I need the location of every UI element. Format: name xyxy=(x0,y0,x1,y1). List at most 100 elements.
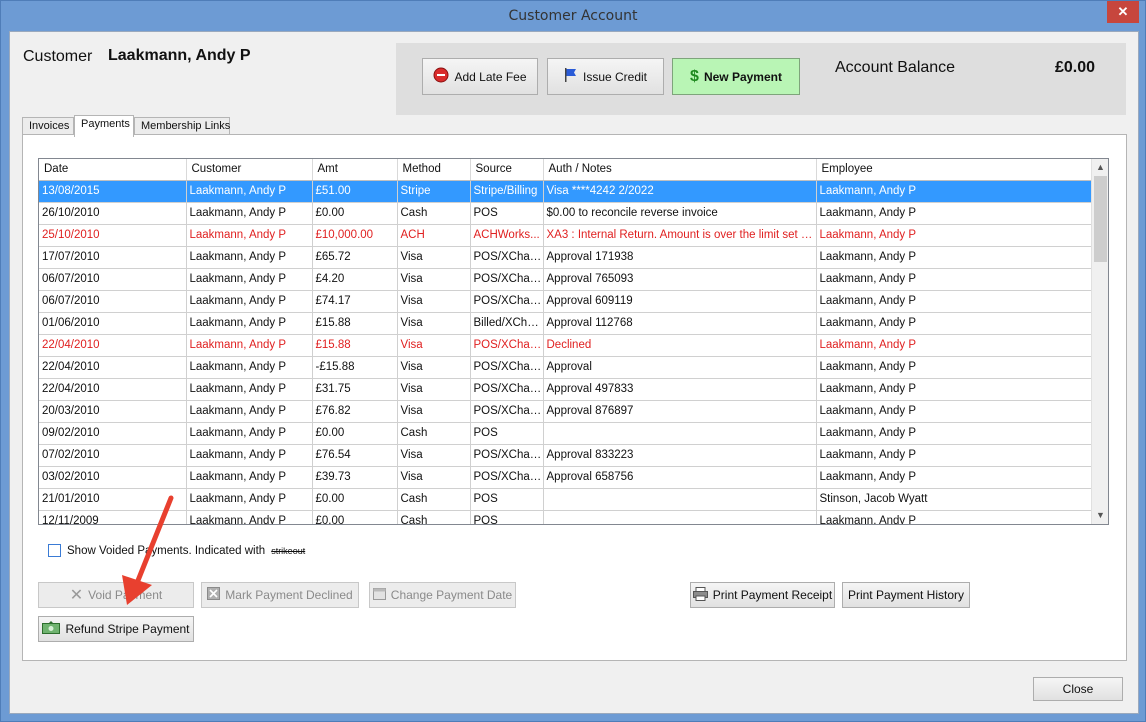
table-row[interactable]: 09/02/2010 Laakmann, Andy P £0.00 Cash POS La… xyxy=(39,422,1094,445)
table-row[interactable]: 21/01/2010 Laakmann, Andy P £0.00 Cash POS St… xyxy=(39,488,1094,511)
cell-employee: Laakmann, Andy P xyxy=(816,334,1094,357)
scroll-up-arrow-icon[interactable]: ▲ xyxy=(1092,159,1108,176)
cell-auth-notes: Approval 171938 xyxy=(543,246,817,269)
scroll-down-arrow-icon[interactable]: ▼ xyxy=(1092,507,1108,524)
cell-customer: Laakmann, Andy P xyxy=(186,378,313,401)
add-late-fee-button[interactable]: Add Late Fee xyxy=(422,58,538,95)
cell-source: POS/XChar... xyxy=(470,466,544,489)
grid-vertical-scrollbar[interactable]: ▲ ▼ xyxy=(1091,159,1108,524)
table-row[interactable]: 20/03/2010 Laakmann, Andy P £76.82 Visa POS/… xyxy=(39,400,1094,423)
cell-customer: Laakmann, Andy P xyxy=(186,268,313,291)
cell-customer: Laakmann, Andy P xyxy=(186,180,313,203)
cell-auth-notes: $0.00 to reconcile reverse invoice xyxy=(543,202,817,225)
column-header-customer[interactable]: Customer xyxy=(186,159,313,181)
cell-date: 25/10/2010 xyxy=(39,224,187,247)
column-header-date[interactable]: Date xyxy=(39,159,187,181)
table-row[interactable]: 26/10/2010 Laakmann, Andy P £0.00 Cash POS $0… xyxy=(39,202,1094,225)
customer-label: Customer xyxy=(23,48,93,65)
table-row[interactable]: 22/04/2010 Laakmann, Andy P £15.88 Visa POS/… xyxy=(39,334,1094,357)
grid-body: 13/08/2015 Laakmann, Andy P £51.00 Stripe St… xyxy=(39,180,1094,524)
cell-amt: £0.00 xyxy=(312,510,398,524)
cell-customer: Laakmann, Andy P xyxy=(186,356,313,379)
x-icon: ✕ xyxy=(69,587,84,604)
cell-date: 20/03/2010 xyxy=(39,400,187,423)
table-row[interactable]: 22/04/2010 Laakmann, Andy P £31.75 Visa POS/… xyxy=(39,378,1094,401)
change-date-button[interactable]: Change Payment Date xyxy=(369,582,516,608)
strikeout-sample: strikeout xyxy=(271,545,306,556)
cell-auth-notes: Declined xyxy=(543,334,817,357)
column-header-employee[interactable]: Employee xyxy=(816,159,1094,181)
refund-stripe-label: Refund Stripe Payment xyxy=(65,622,190,636)
table-row[interactable]: 07/02/2010 Laakmann, Andy P £76.54 Visa POS/… xyxy=(39,444,1094,467)
payments-grid[interactable]: Date Customer Amt Method Source Auth / N… xyxy=(38,158,1109,525)
cell-employee: Laakmann, Andy P xyxy=(816,180,1094,203)
close-button[interactable]: Close xyxy=(1033,677,1123,701)
column-header-method[interactable]: Method xyxy=(397,159,471,181)
cell-method: ACH xyxy=(397,224,471,247)
cell-date: 21/01/2010 xyxy=(39,488,187,511)
table-row[interactable]: 12/11/2009 Laakmann, Andy P £0.00 Cash POS La… xyxy=(39,510,1094,524)
print-receipt-button[interactable]: Print Payment Receipt xyxy=(690,582,835,608)
show-voided-row: Show Voided Payments. Indicated with str… xyxy=(48,544,305,557)
cell-amt: -£15.88 xyxy=(312,356,398,379)
tab-payments[interactable]: Payments xyxy=(74,115,134,137)
new-payment-label: New Payment xyxy=(703,69,782,84)
cell-amt: £51.00 xyxy=(312,180,398,203)
cash-refund-icon xyxy=(42,621,61,637)
mark-declined-button[interactable]: Mark Payment Declined xyxy=(201,582,359,608)
column-header-source[interactable]: Source xyxy=(470,159,544,181)
table-row[interactable]: 06/07/2010 Laakmann, Andy P £4.20 Visa POS/X… xyxy=(39,268,1094,291)
cell-method: Visa xyxy=(397,444,471,467)
cell-auth-notes: XA3 : Internal Return. Amount is over th… xyxy=(543,224,817,247)
print-receipt-label: Print Payment Receipt xyxy=(712,588,833,602)
cell-auth-notes: Approval xyxy=(543,356,817,379)
table-row[interactable]: 03/02/2010 Laakmann, Andy P £39.73 Visa POS/… xyxy=(39,466,1094,489)
cell-date: 22/04/2010 xyxy=(39,378,187,401)
customer-name: Laakmann, Andy P xyxy=(108,47,251,64)
cell-customer: Laakmann, Andy P xyxy=(186,400,313,423)
cell-amt: £4.20 xyxy=(312,268,398,291)
cell-source: POS xyxy=(470,202,544,225)
cell-source: ACHWorks... xyxy=(470,224,544,247)
cell-date: 06/07/2010 xyxy=(39,268,187,291)
cell-source: POS/XChar... xyxy=(470,378,544,401)
mark-declined-label: Mark Payment Declined xyxy=(225,588,353,602)
table-row[interactable]: 25/10/2010 Laakmann, Andy P £10,000.00 ACH A… xyxy=(39,224,1094,247)
cell-employee: Laakmann, Andy P xyxy=(816,290,1094,313)
cell-method: Cash xyxy=(397,510,471,524)
account-balance-label: Account Balance xyxy=(835,59,956,76)
cell-customer: Laakmann, Andy P xyxy=(186,312,313,335)
cell-source: POS/XChar... xyxy=(470,356,544,379)
table-row[interactable]: 17/07/2010 Laakmann, Andy P £65.72 Visa POS/… xyxy=(39,246,1094,269)
table-row[interactable]: 06/07/2010 Laakmann, Andy P £74.17 Visa POS/… xyxy=(39,290,1094,313)
cell-customer: Laakmann, Andy P xyxy=(186,334,313,357)
cell-customer: Laakmann, Andy P xyxy=(186,422,313,445)
void-payment-button[interactable]: ✕ Void Payment xyxy=(38,582,194,608)
table-row[interactable]: 01/06/2010 Laakmann, Andy P £15.88 Visa Bill… xyxy=(39,312,1094,335)
show-voided-label: Show Voided Payments. Indicated with xyxy=(67,544,266,557)
table-row[interactable]: 13/08/2015 Laakmann, Andy P £51.00 Stripe St… xyxy=(39,180,1094,203)
table-row[interactable]: 22/04/2010 Laakmann, Andy P -£15.88 Visa POS… xyxy=(39,356,1094,379)
cell-method: Cash xyxy=(397,422,471,445)
cell-date: 22/04/2010 xyxy=(39,356,187,379)
window-close-button[interactable]: ✕ xyxy=(1107,1,1139,23)
void-payment-label: Void Payment xyxy=(88,588,163,602)
cell-customer: Laakmann, Andy P xyxy=(186,246,313,269)
column-header-auth-notes[interactable]: Auth / Notes xyxy=(543,159,817,181)
column-header-amt[interactable]: Amt xyxy=(312,159,398,181)
issue-credit-button[interactable]: Issue Credit xyxy=(547,58,664,95)
refund-stripe-payment-button[interactable]: Refund Stripe Payment xyxy=(38,616,194,642)
cell-customer: Laakmann, Andy P xyxy=(186,224,313,247)
print-history-button[interactable]: Print Payment History xyxy=(842,582,970,608)
new-payment-button[interactable]: $ New Payment xyxy=(672,58,800,95)
show-voided-checkbox[interactable] xyxy=(48,544,61,557)
cell-source: POS/XChar... xyxy=(470,444,544,467)
cell-customer: Laakmann, Andy P xyxy=(186,202,313,225)
cell-method: Visa xyxy=(397,268,471,291)
cell-source: POS xyxy=(470,422,544,445)
client-area: Customer Laakmann, Andy P Add Late Fee I… xyxy=(9,31,1139,714)
scroll-thumb[interactable] xyxy=(1094,176,1107,262)
cell-source: Billed/XCha... xyxy=(470,312,544,335)
change-date-label: Change Payment Date xyxy=(390,588,513,602)
cell-auth-notes: Approval 876897 xyxy=(543,400,817,423)
